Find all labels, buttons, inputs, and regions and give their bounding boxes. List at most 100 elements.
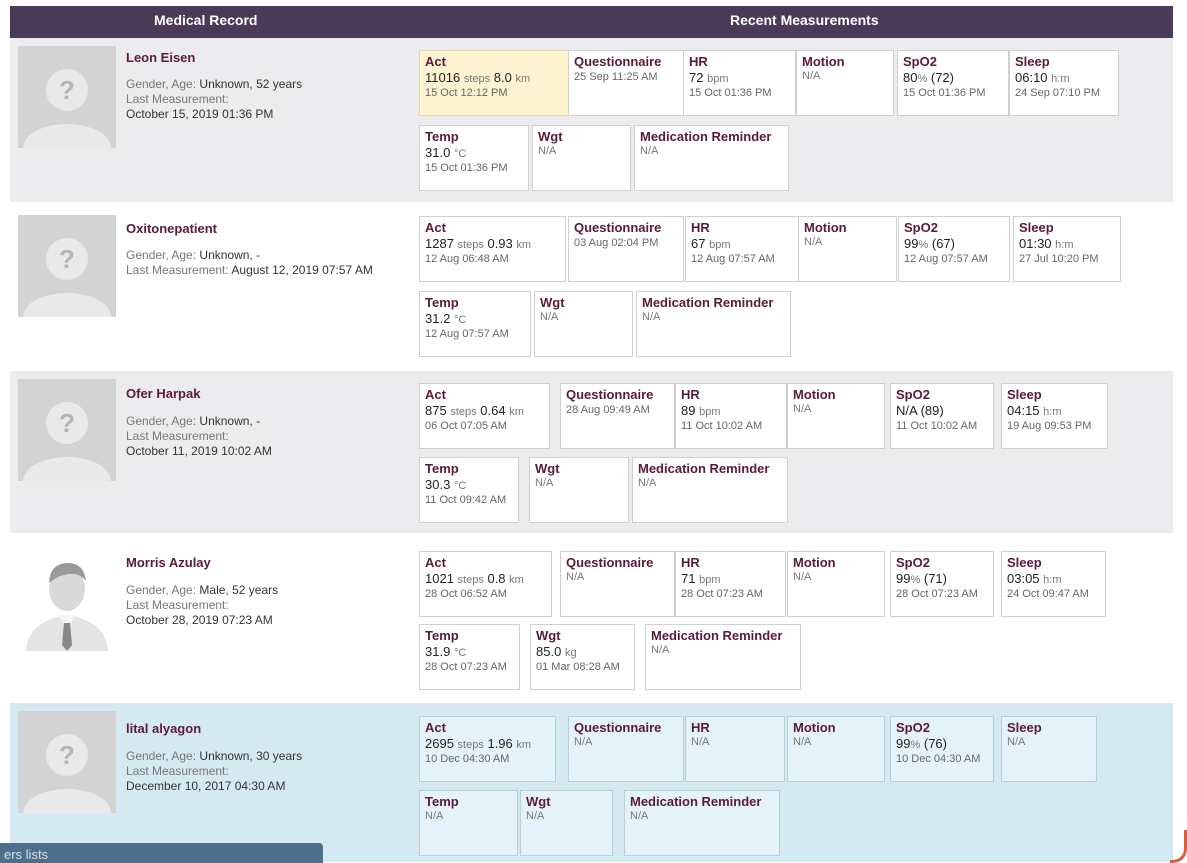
wgt-card[interactable]: Wgt N/A xyxy=(520,790,613,856)
hr-date: 28 Oct 07:23 AM xyxy=(681,588,763,600)
users-lists-tab[interactable]: ers lists xyxy=(0,843,323,863)
act-title: Act xyxy=(425,555,446,570)
temp-value: 30.3 xyxy=(425,477,451,492)
temp-card[interactable]: Temp 30.3 °C 11 Oct 09:42 AM xyxy=(419,457,519,523)
act-card[interactable]: Act 1287 steps 0.93 km 12 Aug 06:48 AM xyxy=(419,216,566,282)
patient-row[interactable]: ? Oxitonepatient Gender, Age: Unknown, -… xyxy=(10,207,1173,365)
patient-row[interactable]: Morris Azulay Gender, Age: Male, 52 year… xyxy=(10,541,1173,699)
wgt-card[interactable]: Wgt N/A xyxy=(529,457,629,523)
questionnaire-card[interactable]: Questionnaire N/A xyxy=(568,716,684,782)
motion-value: N/A xyxy=(793,571,812,583)
temp-value: 31.0 xyxy=(425,145,451,160)
svg-text:?: ? xyxy=(59,244,75,274)
sleep-card[interactable]: Sleep 04:15 h:m 19 Aug 09:53 PM xyxy=(1001,383,1108,449)
hr-title: HR xyxy=(681,387,700,402)
wgt-card[interactable]: Wgt 85.0 kg 01 Mar 08:28 AM xyxy=(530,624,635,690)
wgt-card[interactable]: Wgt N/A xyxy=(534,291,633,357)
hr-date: 12 Aug 07:57 AM xyxy=(691,253,775,265)
svg-text:?: ? xyxy=(59,408,75,438)
patient-info: Gender, Age: Unknown, 30 years Last Meas… xyxy=(126,749,302,794)
medication-reminder-title: Medication Reminder xyxy=(651,628,783,643)
patient-row-selected[interactable]: ? lital alyagon Gender, Age: Unknown, 30… xyxy=(10,703,1173,862)
hr-card[interactable]: HR 67 bpm 12 Aug 07:57 AM xyxy=(685,216,799,282)
questionnaire-card[interactable]: Questionnaire N/A xyxy=(560,551,675,617)
placeholder-avatar-icon: ? xyxy=(18,379,116,481)
sleep-unit: h:m xyxy=(1055,239,1074,251)
spo2-date: 15 Oct 01:36 PM xyxy=(903,87,986,99)
spo2-unit: % xyxy=(918,239,929,251)
sleep-card[interactable]: Sleep 03:05 h:m 24 Oct 09:47 AM xyxy=(1001,551,1106,617)
wgt-value: N/A xyxy=(538,145,557,157)
hr-card[interactable]: HR 71 bpm 28 Oct 07:23 AM xyxy=(675,551,786,617)
sleep-card[interactable]: Sleep 01:30 h:m 27 Jul 10:20 PM xyxy=(1013,216,1121,282)
temp-date: 15 Oct 01:36 PM xyxy=(425,162,508,174)
spo2-card[interactable]: SpO2 99% (76) 10 Dec 04:30 AM xyxy=(890,716,994,782)
motion-card[interactable]: Motion N/A xyxy=(796,50,894,116)
medication-reminder-card[interactable]: Medication Reminder N/A xyxy=(645,624,801,690)
questionnaire-date: N/A xyxy=(574,736,593,748)
motion-card[interactable]: Motion N/A xyxy=(798,216,897,282)
temp-unit: °C xyxy=(453,314,467,326)
temp-card[interactable]: Temp 31.9 °C 28 Oct 07:23 AM xyxy=(419,624,520,690)
hr-title: HR xyxy=(681,555,700,570)
hr-value: 67 xyxy=(691,236,706,251)
motion-title: Motion xyxy=(793,555,836,570)
hr-card[interactable]: HR N/A xyxy=(685,716,785,782)
hr-card[interactable]: HR 89 bpm 11 Oct 10:02 AM xyxy=(675,383,787,449)
patient-name[interactable]: Leon Eisen xyxy=(126,50,195,65)
act-card[interactable]: Act 11016 steps 8.0 km 15 Oct 12:12 PM xyxy=(419,50,570,116)
wgt-card[interactable]: Wgt N/A xyxy=(532,125,631,191)
temp-value: 31.2 xyxy=(425,311,451,326)
act-date: 10 Dec 04:30 AM xyxy=(425,753,510,765)
act-card[interactable]: Act 2695 steps 1.96 km 10 Dec 04:30 AM xyxy=(419,716,556,782)
spo2-title: SpO2 xyxy=(896,720,930,735)
medication-reminder-card[interactable]: Medication Reminder N/A xyxy=(636,291,791,357)
patient-row[interactable]: ? Leon Eisen Gender, Age: Unknown, 52 ye… xyxy=(10,38,1173,202)
questionnaire-title: Questionnaire xyxy=(566,387,654,402)
temp-card[interactable]: Temp 31.0 °C 15 Oct 01:36 PM xyxy=(419,125,529,191)
last-measurement-label: Last Measurement: xyxy=(126,429,229,443)
spo2-card[interactable]: SpO2 80% (72) 15 Oct 01:36 PM xyxy=(897,50,1009,116)
svg-text:?: ? xyxy=(59,75,75,105)
temp-card[interactable]: Temp 31.2 °C 12 Aug 07:57 AM xyxy=(419,291,531,357)
sleep-title: Sleep xyxy=(1007,387,1042,402)
temp-unit: °C xyxy=(453,148,467,160)
questionnaire-card[interactable]: Questionnaire 25 Sep 11:25 AM xyxy=(568,50,684,116)
last-measurement-label: Last Measurement: xyxy=(126,263,229,277)
hr-value: 89 xyxy=(681,403,696,418)
motion-card[interactable]: Motion N/A xyxy=(787,716,885,782)
act-card[interactable]: Act 875 steps 0.64 km 06 Oct 07:05 AM xyxy=(419,383,550,449)
medication-reminder-card[interactable]: Medication Reminder N/A xyxy=(624,790,780,856)
spo2-card[interactable]: SpO2 99% (71) 28 Oct 07:23 AM xyxy=(890,551,994,617)
male-avatar-icon xyxy=(18,549,116,651)
motion-card[interactable]: Motion N/A xyxy=(787,383,885,449)
sleep-card[interactable]: Sleep 06:10 h:m 24 Sep 07:10 PM xyxy=(1009,50,1119,116)
medication-reminder-value: N/A xyxy=(640,145,659,157)
last-measurement-value: August 12, 2019 07:57 AM xyxy=(231,263,373,277)
gender-age-label: Gender, Age: xyxy=(126,77,197,91)
questionnaire-card[interactable]: Questionnaire 28 Aug 09:49 AM xyxy=(560,383,675,449)
steps-value: 11016 xyxy=(425,70,461,85)
sleep-value: N/A xyxy=(1007,736,1026,748)
patient-name[interactable]: lital alyagon xyxy=(126,721,201,736)
patient-name[interactable]: Oxitonepatient xyxy=(126,221,217,236)
sleep-date: 19 Aug 09:53 PM xyxy=(1007,420,1092,432)
motion-card[interactable]: Motion N/A xyxy=(787,551,885,617)
spo2-title: SpO2 xyxy=(904,220,938,235)
hr-value: 71 xyxy=(681,571,696,586)
medication-reminder-card[interactable]: Medication Reminder N/A xyxy=(632,457,788,523)
km-unit: km xyxy=(509,406,524,418)
spo2-card[interactable]: SpO2 N/A (89) 11 Oct 10:02 AM xyxy=(890,383,994,449)
patient-name[interactable]: Morris Azulay xyxy=(126,555,211,570)
medication-reminder-card[interactable]: Medication Reminder N/A xyxy=(634,125,789,191)
patient-name[interactable]: Ofer Harpak xyxy=(126,386,200,401)
questionnaire-card[interactable]: Questionnaire 03 Aug 02:04 PM xyxy=(568,216,684,282)
spo2-extra: (67) xyxy=(931,236,955,251)
steps-unit: steps xyxy=(463,73,491,85)
temp-card[interactable]: Temp N/A xyxy=(419,790,518,856)
patient-row[interactable]: ? Ofer Harpak Gender, Age: Unknown, - La… xyxy=(10,371,1173,533)
hr-card[interactable]: HR 72 bpm 15 Oct 01:36 PM xyxy=(683,50,796,116)
sleep-card[interactable]: Sleep N/A xyxy=(1001,716,1097,782)
act-card[interactable]: Act 1021 steps 0.8 km 28 Oct 06:52 AM xyxy=(419,551,552,617)
spo2-card[interactable]: SpO2 99% (67) 12 Aug 07:57 AM xyxy=(898,216,1010,282)
